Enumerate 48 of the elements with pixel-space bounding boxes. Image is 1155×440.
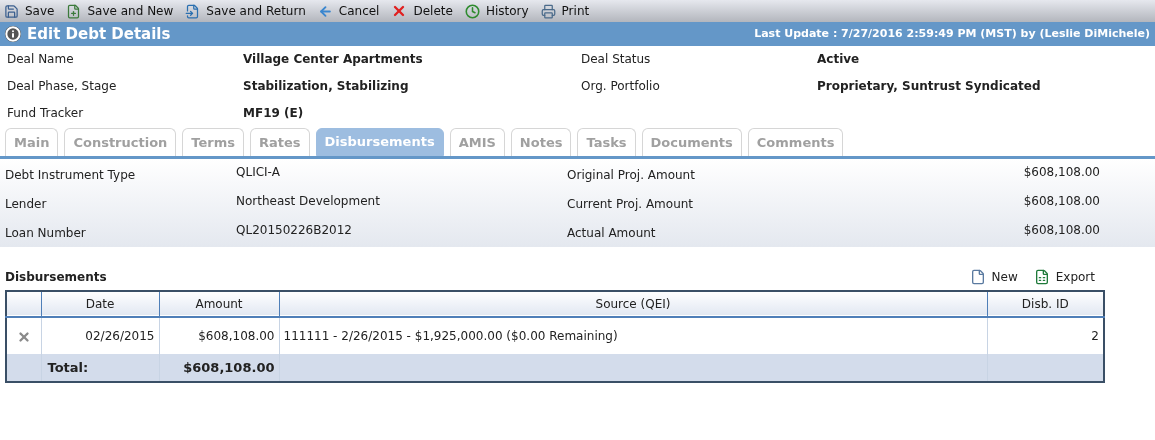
field-label: Actual Amount (567, 225, 656, 242)
spreadsheet-icon (1033, 269, 1050, 285)
column-header[interactable]: Source (QEI) (279, 291, 987, 317)
field-value: Northeast Development (236, 193, 380, 210)
field-label: Fund Tracker (7, 105, 85, 122)
field-value: $608,108.00 (1023, 193, 1100, 210)
toolbar-button[interactable]: Save and New (66, 2, 174, 20)
field-label: Current Proj. Amount (567, 196, 694, 213)
column-header[interactable]: Disb. ID (987, 291, 1104, 317)
printer-icon (540, 3, 556, 19)
field-value: QL20150226B2012 (236, 222, 352, 239)
column-header[interactable]: Date (41, 291, 159, 317)
last-update-text: Last Update : 7/27/2016 2:59:49 PM (MST) by (Leslie DiMichele) (754, 25, 1150, 42)
field-value: Proprietary, Suntrust Syndicated (817, 78, 1042, 95)
field-value: $608,108.00 (1023, 164, 1100, 181)
field-label: Debt Instrument Type (5, 167, 136, 184)
document-arrow-icon (185, 3, 201, 19)
delete-icon[interactable] (16, 329, 31, 344)
toolbar-button[interactable]: Print (540, 2, 590, 20)
field-value: $608,108.00 (1023, 222, 1100, 239)
toolbar-button[interactable]: Save and Return (185, 2, 306, 20)
column-header[interactable]: Amount (159, 291, 279, 317)
document-plus-icon (66, 3, 82, 19)
total-amount: $608,108.00 (159, 354, 279, 382)
field-label: Deal Phase, Stage (7, 78, 118, 95)
toolbar-button[interactable]: Cancel (317, 2, 380, 20)
field-label: Original Proj. Amount (567, 167, 695, 184)
section-title: Disbursements (5, 269, 107, 286)
clock-icon (464, 3, 480, 19)
total-label: Total: (41, 354, 159, 382)
action-button[interactable]: Export (1033, 268, 1095, 286)
field-value: QLICI-A (236, 164, 280, 181)
toolbar-button[interactable]: History (464, 2, 529, 20)
page-title: Edit Debt Details (27, 23, 171, 45)
field-value: Village Center Apartments (243, 51, 424, 68)
field-label: Loan Number (5, 225, 86, 242)
field-label: Deal Name (7, 51, 75, 68)
toolbar-button[interactable]: Save (4, 2, 55, 20)
field-label: Deal Status (581, 51, 652, 68)
field-label: Lender (5, 196, 47, 213)
document-icon (969, 269, 986, 285)
field-value: MF19 (E) (243, 105, 305, 122)
field-label: Org. Portfolio (581, 78, 661, 95)
toolbar-button[interactable]: Delete (391, 2, 453, 20)
info-icon (5, 26, 21, 42)
action-button[interactable]: New (969, 268, 1018, 286)
field-value: Stabilization, Stabilizing (243, 78, 410, 95)
field-value: Active (817, 51, 861, 68)
